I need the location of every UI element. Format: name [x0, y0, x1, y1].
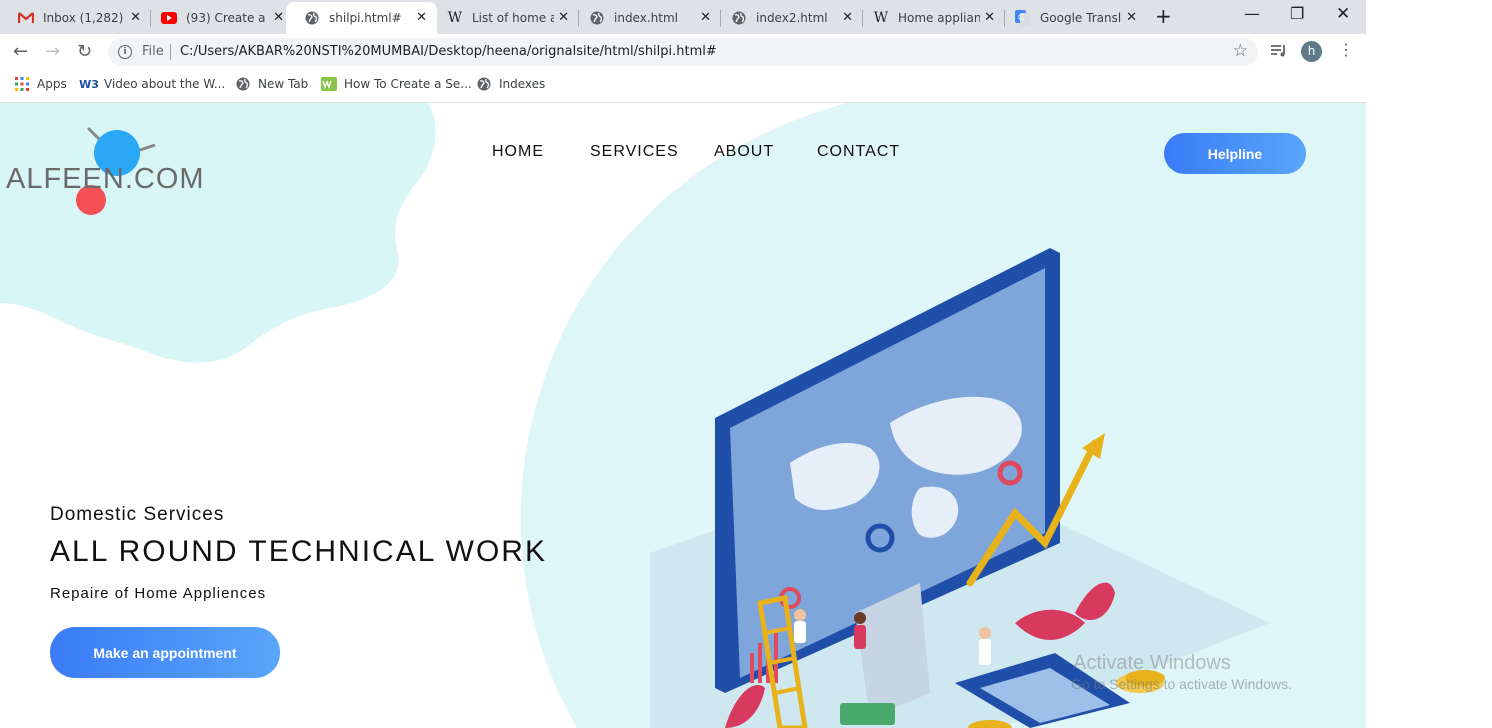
- bookmark-video[interactable]: W3 Video about the W...: [79, 76, 226, 92]
- browser-toolbar: ← → ↻ i File C:/Users/AKBAR%20NSTI%20MUM…: [0, 34, 1366, 70]
- close-tab-icon[interactable]: ✕: [842, 10, 853, 26]
- reload-icon[interactable]: ↻: [77, 42, 92, 62]
- desktop-background: [1366, 0, 1492, 728]
- browser-window: Inbox (1,282) - ✕ (93) Create a 3 ✕ shil…: [0, 0, 1366, 728]
- helpline-button[interactable]: Helpline: [1164, 133, 1306, 174]
- close-tab-icon[interactable]: ✕: [416, 10, 427, 26]
- forward-arrow-icon[interactable]: →: [45, 42, 60, 62]
- tab-label: Home applianc: [898, 11, 980, 25]
- bookmark-label: Video about the W...: [104, 77, 226, 91]
- decorative-blob-top-left: [0, 103, 436, 363]
- wikipedia-icon: W: [873, 10, 889, 26]
- globe-icon: [304, 10, 320, 26]
- back-arrow-icon[interactable]: ←: [13, 42, 28, 62]
- make-appointment-button[interactable]: Make an appointment: [50, 627, 280, 678]
- tab-wikipedia-list[interactable]: W List of home ap ✕: [429, 2, 579, 34]
- tab-index2[interactable]: index2.html ✕: [713, 2, 863, 34]
- info-icon[interactable]: i: [118, 45, 132, 59]
- globe-icon: [589, 10, 605, 26]
- tab-label: Inbox (1,282) -: [43, 11, 125, 25]
- bookmark-apps[interactable]: Apps: [14, 76, 67, 92]
- tab-youtube[interactable]: (93) Create a 3 ✕: [143, 2, 294, 34]
- web-page: ALFEEN.COM HOME SERVICES ABOUT CONTACT H…: [0, 103, 1366, 728]
- activate-windows-subtitle: Go to Settings to activate Windows.: [1071, 676, 1292, 692]
- globe-icon: [235, 76, 251, 92]
- bookmark-label: Apps: [37, 77, 67, 91]
- w3-green-icon: [321, 76, 337, 92]
- menu-kebab-icon[interactable]: ⋮: [1338, 42, 1354, 58]
- activate-windows-title: Activate Windows: [1073, 652, 1231, 674]
- scheme-label: File: [142, 44, 164, 59]
- globe-icon: [731, 10, 747, 26]
- tab-label: (93) Create a 3: [186, 11, 268, 25]
- apps-grid-icon: [14, 76, 30, 92]
- bookmark-how-to-create[interactable]: How To Create a Se...: [321, 76, 472, 92]
- w3schools-icon: W3: [79, 77, 99, 91]
- profile-avatar[interactable]: h: [1301, 41, 1322, 62]
- tab-label: index.html: [614, 11, 678, 25]
- close-tab-icon[interactable]: ✕: [700, 10, 711, 26]
- restore-icon[interactable]: ❐: [1290, 4, 1304, 23]
- nav-about[interactable]: ABOUT: [714, 143, 774, 161]
- youtube-icon: [161, 10, 177, 26]
- hero-kicker: Domestic Services: [50, 504, 225, 525]
- site-logo[interactable]: ALFEEN.COM: [6, 163, 205, 196]
- tab-gmail[interactable]: Inbox (1,282) - ✕: [0, 2, 151, 34]
- bookmark-indexes[interactable]: Indexes: [476, 76, 545, 92]
- bookmark-label: New Tab: [258, 77, 309, 91]
- minimize-icon[interactable]: —: [1244, 4, 1260, 23]
- tab-google-translate[interactable]: G Google Transla ✕: [997, 2, 1147, 34]
- close-tab-icon[interactable]: ✕: [558, 10, 569, 26]
- bookmark-label: How To Create a Se...: [344, 77, 472, 91]
- tab-home-appliances[interactable]: W Home applianc ✕: [855, 2, 1005, 34]
- media-playlist-icon[interactable]: [1270, 43, 1288, 63]
- svg-text:G: G: [1018, 13, 1024, 22]
- hero-title: ALL ROUND TECHNICAL WORK: [50, 535, 547, 568]
- close-tab-icon[interactable]: ✕: [273, 10, 284, 26]
- google-translate-icon: G: [1015, 10, 1031, 26]
- tab-index[interactable]: index.html ✕: [571, 2, 721, 34]
- close-window-icon[interactable]: ✕: [1336, 4, 1350, 24]
- hero-subtitle: Repaire of Home Appliences: [50, 585, 267, 602]
- wikipedia-icon: W: [447, 10, 463, 26]
- close-tab-icon[interactable]: ✕: [130, 10, 141, 26]
- bookmarks-bar: Apps W3 Video about the W... New Tab How…: [0, 70, 1366, 103]
- tab-label: Google Transla: [1040, 11, 1122, 25]
- tab-shilpi[interactable]: shilpi.html# ✕: [286, 2, 437, 34]
- tab-strip: Inbox (1,282) - ✕ (93) Create a 3 ✕ shil…: [0, 0, 1366, 34]
- address-bar[interactable]: i File C:/Users/AKBAR%20NSTI%20MUMBAI/De…: [108, 38, 1258, 66]
- tab-label: index2.html: [756, 11, 828, 25]
- bookmark-label: Indexes: [499, 77, 546, 91]
- nav-services[interactable]: SERVICES: [590, 143, 679, 161]
- bookmark-new-tab[interactable]: New Tab: [235, 76, 308, 92]
- globe-icon: [476, 76, 492, 92]
- divider: [170, 44, 171, 60]
- tab-label: List of home ap: [472, 11, 554, 25]
- nav-contact[interactable]: CONTACT: [817, 143, 900, 161]
- close-tab-icon[interactable]: ✕: [984, 10, 995, 26]
- gmail-icon: [18, 10, 34, 26]
- new-tab-icon[interactable]: +: [1155, 5, 1172, 27]
- url-text[interactable]: C:/Users/AKBAR%20NSTI%20MUMBAI/Desktop/h…: [180, 44, 717, 59]
- bookmark-star-icon[interactable]: ☆: [1233, 41, 1248, 61]
- tab-label: shilpi.html#: [329, 11, 402, 25]
- nav-home[interactable]: HOME: [492, 143, 544, 161]
- close-tab-icon[interactable]: ✕: [1126, 10, 1137, 26]
